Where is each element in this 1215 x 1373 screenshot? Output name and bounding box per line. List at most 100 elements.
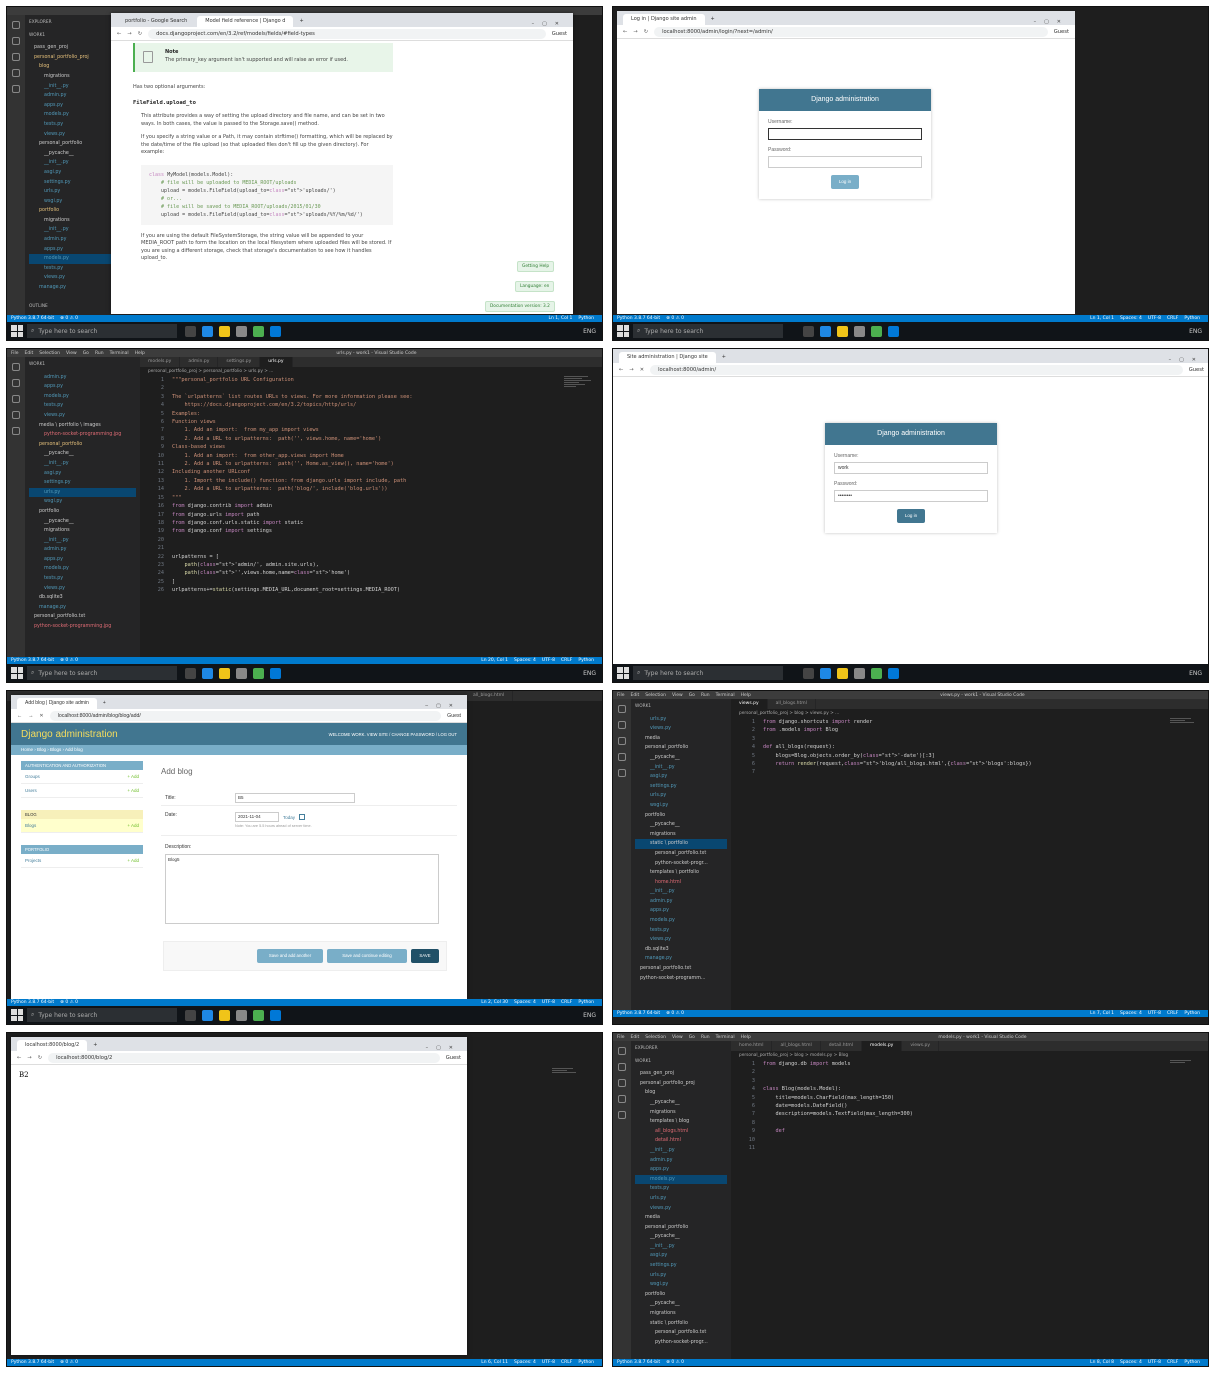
code-line[interactable]: 5 Examples: xyxy=(144,410,602,418)
address-bar[interactable]: localhost:8000/admin/login/?next=/admin/ xyxy=(654,26,1048,37)
editor-tab[interactable]: models.py xyxy=(862,1041,903,1051)
explorer-item[interactable]: python-socket-programm... xyxy=(635,974,727,984)
source-control-icon[interactable] xyxy=(12,53,20,61)
editor-tab[interactable]: settings.py xyxy=(218,357,261,367)
profile-guest[interactable]: Guest xyxy=(1054,29,1069,35)
code-line[interactable]: 13 1. Import the include() function: fro… xyxy=(144,477,602,485)
explorer-item[interactable]: templates \ portfolio xyxy=(635,868,727,878)
explorer-item[interactable]: personal_portfolio_proj xyxy=(635,1079,727,1089)
code-line[interactable]: 11 2. Add a URL to urlpatterns: path('',… xyxy=(144,460,602,468)
editor-tab[interactable]: views.py xyxy=(902,1041,940,1051)
vscode-icon[interactable] xyxy=(270,325,281,337)
login-button[interactable]: Log in xyxy=(897,509,925,523)
chrome-icon[interactable] xyxy=(253,1009,264,1021)
explorer-item[interactable]: __init__.py xyxy=(635,1242,727,1252)
browser-tab-active[interactable]: Add blog | Django site admin xyxy=(17,698,97,709)
explorer-item[interactable]: wsgi.py xyxy=(635,1280,727,1290)
getting-help-button[interactable]: Getting Help xyxy=(517,261,555,272)
extensions-icon[interactable] xyxy=(12,427,20,435)
explorer-item[interactable]: python-socket-programming.jpg xyxy=(29,430,136,440)
source-control-icon[interactable] xyxy=(618,1079,626,1087)
search-icon[interactable] xyxy=(618,721,626,729)
code-line[interactable]: 7 1. Add an import: from my_app import v… xyxy=(144,426,602,434)
menu-item[interactable]: Help xyxy=(741,1035,751,1040)
calendar-icon[interactable] xyxy=(299,814,306,820)
cursor-position[interactable]: Ln 1, Col 1 xyxy=(1090,316,1114,321)
explorer-item[interactable]: wsgi.py xyxy=(29,497,136,507)
description-textarea[interactable]: Blog5 xyxy=(165,854,439,924)
explorer-item[interactable]: migrations xyxy=(635,1108,727,1118)
code-line[interactable]: 5 title=models.CharField(max_length=150) xyxy=(735,1094,1208,1102)
encoding[interactable]: UTF-8 xyxy=(1148,1360,1161,1365)
model-link[interactable]: Users xyxy=(25,784,37,797)
encoding[interactable]: UTF-8 xyxy=(542,1360,555,1365)
language-mode[interactable]: Python xyxy=(1184,1011,1200,1016)
language-indicator[interactable]: ENG xyxy=(1189,670,1202,677)
code-line[interactable]: 21 xyxy=(144,544,602,552)
store-icon[interactable] xyxy=(854,667,865,679)
run-icon[interactable] xyxy=(12,69,20,77)
indent-setting[interactable]: Spaces: 4 xyxy=(1120,316,1142,321)
code-line[interactable]: 18 from django.conf.urls.static import st… xyxy=(144,519,602,527)
stop-icon[interactable]: ✕ xyxy=(39,713,43,719)
explorer-item[interactable]: media \ portfolio \ images xyxy=(29,421,136,431)
menu-item[interactable]: Run xyxy=(701,693,710,698)
app-caption[interactable]: BLOG xyxy=(21,810,143,819)
explorer-item[interactable]: personal_portfolio xyxy=(635,1223,727,1233)
profile-guest[interactable]: Guest xyxy=(447,713,461,719)
indent-setting[interactable]: Spaces: 4 xyxy=(514,658,536,663)
address-bar[interactable]: docs.djangoproject.com/en/3.2/ref/models… xyxy=(148,28,546,39)
code-line[interactable]: 7 xyxy=(735,768,1208,776)
explorer-item[interactable]: settings.py xyxy=(635,782,727,792)
browser-tab-active[interactable]: Site administration | Django site xyxy=(619,352,716,363)
code-lines[interactable]: 1 from django.shortcuts import render 2 fro… xyxy=(731,718,1208,777)
add-link[interactable]: + Add xyxy=(127,784,143,797)
cursor-position[interactable]: Ln 20, Col 1 xyxy=(481,658,508,663)
code-line[interactable]: 3 The `urlpatterns` list routes URLs to v… xyxy=(144,393,602,401)
code-line[interactable]: 6 Function views xyxy=(144,418,602,426)
admin-brand[interactable]: Django administration xyxy=(21,729,118,740)
menu-item[interactable]: Go xyxy=(689,1035,695,1040)
code-line[interactable]: 2 from .models import Blog xyxy=(735,726,1208,734)
editor-tab[interactable]: urls.py xyxy=(260,357,293,367)
language-mode[interactable]: Python xyxy=(1184,316,1200,321)
explorer-item[interactable]: urls.py xyxy=(29,487,136,498)
model-link[interactable]: Blogs xyxy=(25,819,36,832)
explorer-item[interactable]: asgi.py xyxy=(635,772,727,782)
code-line[interactable]: 17 from django.urls import path xyxy=(144,511,602,519)
cursor-position[interactable]: Ln 7, Col 1 xyxy=(1090,1011,1114,1016)
code-lines[interactable]: 1 from django.db import models 2 3 4 class Bl… xyxy=(731,1060,1208,1152)
eol[interactable]: CRLF xyxy=(561,1360,572,1365)
app-caption[interactable]: PORTFOLIO xyxy=(21,845,143,854)
forward-icon[interactable]: → xyxy=(629,367,633,373)
browser-tab-active[interactable]: localhost:8000/blog/2 xyxy=(17,1040,88,1051)
search-icon[interactable] xyxy=(618,1063,626,1071)
eol[interactable]: CRLF xyxy=(561,658,572,663)
password-field[interactable]: •••••••• xyxy=(834,490,988,502)
python-version[interactable]: Python 3.8.7 64-bit xyxy=(617,1360,660,1365)
indent-setting[interactable]: Spaces: 4 xyxy=(514,1000,536,1005)
menu-item[interactable]: Help xyxy=(741,693,751,698)
password-field[interactable] xyxy=(768,156,922,168)
minimap[interactable] xyxy=(564,375,594,415)
cursor-position[interactable]: Ln 2, Col 30 xyxy=(481,1000,508,1005)
python-version[interactable]: Python 3.8.7 64-bit xyxy=(11,1000,54,1005)
explorer-item[interactable]: asgi.py xyxy=(29,469,136,479)
username-field[interactable]: work xyxy=(834,462,988,474)
menu-item[interactable]: Terminal xyxy=(110,351,129,356)
explorer-item[interactable]: admin.py xyxy=(635,897,727,907)
folder-icon[interactable] xyxy=(219,1009,230,1021)
explorer-item[interactable]: admin.py xyxy=(635,1156,727,1166)
code-editor[interactable]: views.py all_blogs.html personal_portfoli… xyxy=(731,699,1208,1010)
code-line[interactable]: 24 path(class="st">'',views.home,name=cl… xyxy=(144,569,602,577)
explorer-item[interactable]: media xyxy=(635,734,727,744)
extensions-icon[interactable] xyxy=(12,85,20,93)
username-field[interactable] xyxy=(768,128,922,140)
chrome-icon[interactable] xyxy=(253,325,264,337)
explorer-item[interactable]: db.sqlite3 xyxy=(29,593,136,603)
encoding[interactable]: UTF-8 xyxy=(1148,316,1161,321)
explorer-item[interactable]: views.py xyxy=(29,411,136,421)
explorer-item[interactable]: wsgi.py xyxy=(635,801,727,811)
back-icon[interactable]: ← xyxy=(17,713,22,719)
menu-item[interactable]: Edit xyxy=(25,351,34,356)
